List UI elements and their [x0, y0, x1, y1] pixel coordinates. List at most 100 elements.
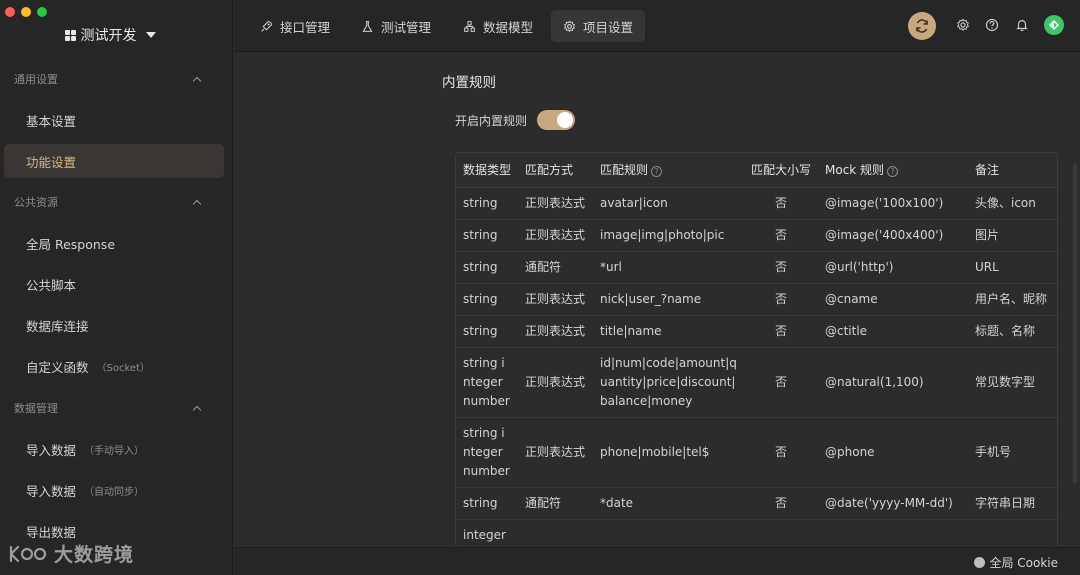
global-cookie-button[interactable]: 全局 Cookie	[974, 554, 1058, 571]
table-row[interactable]: string 正则表达式 title|name 否 @ctitle 标题、名称	[456, 315, 1057, 348]
settings-button[interactable]	[955, 17, 971, 33]
table-cell-case: 否	[743, 283, 818, 316]
column-header-label: Mock 规则	[825, 163, 885, 178]
group-title: 公共资源	[14, 196, 58, 209]
table-cell-mock: @url('http')	[818, 251, 968, 284]
status-bar: 全局 Cookie	[234, 547, 1080, 575]
sidebar-item-db-connections[interactable]: 数据库连接	[4, 308, 224, 342]
table-cell-type: string integer number	[456, 417, 519, 488]
help-button[interactable]	[984, 17, 1000, 33]
vertical-scrollbar[interactable]	[1073, 163, 1077, 483]
caret-down-icon	[145, 32, 156, 38]
rocket-icon	[261, 20, 272, 32]
group-header-public-resources[interactable]: 公共资源	[0, 192, 220, 212]
sync-icon	[916, 19, 928, 33]
table-header-row: 数据类型 匹配方式 匹配规则? 匹配大小写 Mock 规则? 备注	[456, 153, 1057, 188]
table-cell-note: 手机号	[967, 417, 1057, 488]
close-window-button[interactable]	[5, 7, 15, 17]
table-cell-type: string	[456, 487, 519, 520]
help-icon[interactable]: ?	[651, 166, 663, 178]
column-header: Mock 规则?	[818, 153, 968, 188]
group-header-data-management[interactable]: 数据管理	[0, 398, 220, 418]
tab-label: 测试管理	[381, 19, 432, 35]
table-cell-method: 正则表达式	[518, 315, 593, 348]
sidebar-item-custom-functions[interactable]: 自定义函数 （Socket）	[4, 349, 224, 383]
table-cell-case: 否	[743, 347, 818, 418]
sidebar-item-basic-settings[interactable]: 基本设置	[4, 103, 224, 137]
maximize-window-button[interactable]	[37, 7, 47, 17]
table-cell-note	[967, 519, 1057, 547]
avatar[interactable]	[1044, 15, 1064, 35]
table-cell-method: 正则表达式	[518, 219, 593, 252]
table-row[interactable]: string 正则表达式 nick|user_?name 否 @cname 用户名、昵称	[456, 283, 1057, 316]
sidebar-item-import-auto[interactable]: 导入数据 （自动同步）	[4, 473, 224, 507]
avatar-icon	[1049, 20, 1059, 30]
sidebar-item-sublabel: （手动导入）	[84, 445, 145, 457]
table-row[interactable]: integer	[456, 519, 1057, 547]
sidebar-item-public-scripts[interactable]: 公共脚本	[4, 267, 224, 301]
table-cell-method: 正则表达式	[518, 187, 593, 220]
brand-name: 大数跨境	[54, 544, 135, 566]
table-row[interactable]: string integer number 正则表达式 id|num|code|am…	[456, 347, 1057, 418]
sidebar-item-sublabel: （自动同步）	[84, 486, 145, 498]
table-row[interactable]: string 通配符 *url 否 @url('http') URL	[456, 251, 1057, 284]
table-cell-rule: *date	[593, 487, 744, 520]
table-cell-type: string	[456, 315, 519, 348]
flask-icon	[362, 20, 373, 32]
table-cell-mock: @natural(1,100)	[818, 347, 968, 418]
sidebar-item-sublabel: （Socket）	[96, 362, 150, 374]
table-cell-note: 用户名、昵称	[967, 283, 1057, 316]
app-window: 测试开发 通用设置 基本设置 功能设置 公共资源 全局 Response 公共脚…	[0, 0, 1080, 575]
sidebar-item-label: 导入数据	[26, 483, 77, 499]
table-cell-mock: @phone	[818, 417, 968, 488]
table-cell-rule: title|name	[593, 315, 744, 348]
table-row[interactable]: string 通配符 *date 否 @date('yyyy-MM-dd') 字符串日期	[456, 487, 1057, 520]
sidebar-item-feature-settings[interactable]: 功能设置	[4, 144, 224, 178]
rules-table-container: 数据类型 匹配方式 匹配规则? 匹配大小写 Mock 规则? 备注 string…	[455, 152, 1058, 547]
table-cell-case: 否	[743, 251, 818, 284]
tab-label: 接口管理	[280, 19, 331, 35]
table-cell-rule: id|num|code|amount|quantity|price|discou…	[593, 347, 744, 418]
tab-test-management[interactable]: 测试管理	[349, 10, 443, 42]
rules-table: 数据类型 匹配方式 匹配规则? 匹配大小写 Mock 规则? 备注 string…	[456, 153, 1057, 547]
table-row[interactable]: string integer number 正则表达式 phone|mobile|t…	[456, 417, 1057, 488]
minimize-window-button[interactable]	[21, 7, 31, 17]
help-icon[interactable]: ?	[887, 166, 899, 178]
sidebar-item-label: 数据库连接	[26, 318, 89, 334]
table-row[interactable]: string 正则表达式 avatar|icon 否 @image('100x100')…	[456, 187, 1057, 220]
tab-project-settings[interactable]: 项目设置	[551, 10, 646, 42]
builtin-rules-toggle[interactable]	[537, 110, 576, 130]
table-cell-type: string integer number	[456, 347, 519, 418]
table-cell-case: 否	[743, 487, 818, 520]
sidebar: 测试开发 通用设置 基本设置 功能设置 公共资源 全局 Response 公共脚…	[0, 0, 233, 575]
column-header: 匹配规则?	[593, 153, 744, 188]
tab-api-management[interactable]: 接口管理	[248, 10, 342, 42]
workspace-name: 测试开发	[80, 28, 137, 44]
table-cell-note: 图片	[967, 219, 1057, 252]
workspace-switcher[interactable]: 测试开发	[0, 25, 220, 45]
sidebar-item-label: 基本设置	[26, 113, 77, 129]
table-cell-rule: avatar|icon	[593, 187, 744, 220]
table-cell-method: 正则表达式	[518, 283, 593, 316]
sidebar-item-label: 导入数据	[26, 442, 77, 458]
group-title: 数据管理	[14, 402, 58, 415]
table-cell-method: 通配符	[518, 251, 593, 284]
table-cell-rule: *url	[593, 251, 744, 284]
table-cell-case: 否	[743, 219, 818, 252]
table-cell-case: 否	[743, 417, 818, 488]
sidebar-item-global-response[interactable]: 全局 Response	[4, 226, 224, 260]
window-controls	[5, 7, 47, 17]
sidebar-item-label: 自定义函数	[26, 359, 89, 375]
tab-data-models[interactable]: 数据模型	[451, 10, 545, 42]
table-cell-mock: @ctitle	[818, 315, 968, 348]
sync-button[interactable]	[908, 12, 936, 40]
table-cell-type: string	[456, 251, 519, 284]
notifications-button[interactable]	[1014, 17, 1030, 33]
group-header-general[interactable]: 通用设置	[0, 69, 220, 89]
table-cell-note: 常见数字型	[967, 347, 1057, 418]
table-cell-mock	[818, 519, 968, 547]
table-row[interactable]: string 正则表达式 image|img|photo|pic 否 @image('4…	[456, 219, 1057, 252]
column-header: 数据类型	[456, 153, 519, 188]
sidebar-item-import-manual[interactable]: 导入数据 （手动导入）	[4, 432, 224, 466]
table-cell-type: integer	[456, 519, 519, 547]
